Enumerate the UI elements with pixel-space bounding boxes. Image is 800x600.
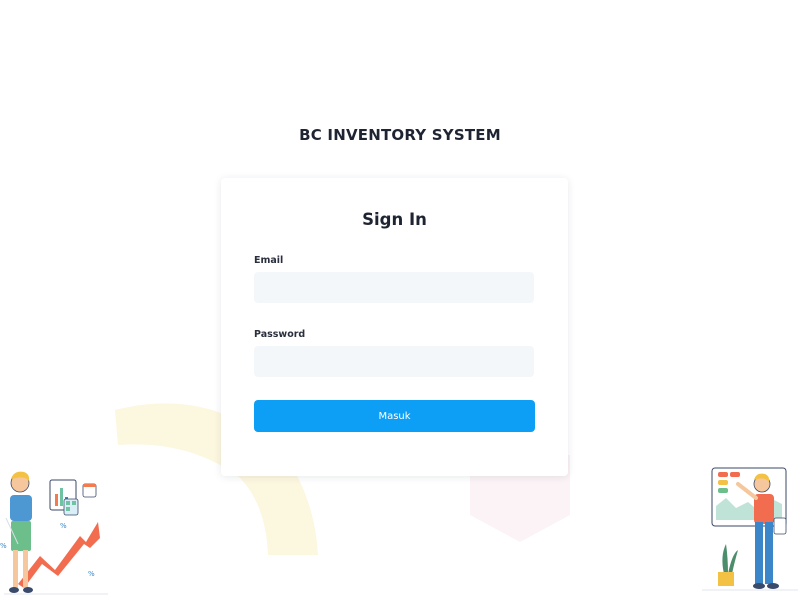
- email-input[interactable]: [254, 272, 534, 303]
- submit-button[interactable]: Masuk: [254, 400, 535, 432]
- svg-text:%: %: [60, 522, 67, 530]
- svg-text:%: %: [88, 570, 95, 578]
- email-label: Email: [254, 255, 284, 266]
- app-title: BC INVENTORY SYSTEM: [299, 126, 501, 144]
- person-with-growth-chart-illustration: % % %: [0, 471, 108, 595]
- password-label: Password: [254, 329, 306, 340]
- signin-card: Sign In Email Password Masuk: [221, 178, 568, 476]
- person-at-dashboard-board-illustration: [702, 467, 798, 591]
- signin-heading: Sign In: [362, 210, 427, 229]
- svg-text:%: %: [0, 542, 7, 550]
- password-input[interactable]: [254, 346, 534, 377]
